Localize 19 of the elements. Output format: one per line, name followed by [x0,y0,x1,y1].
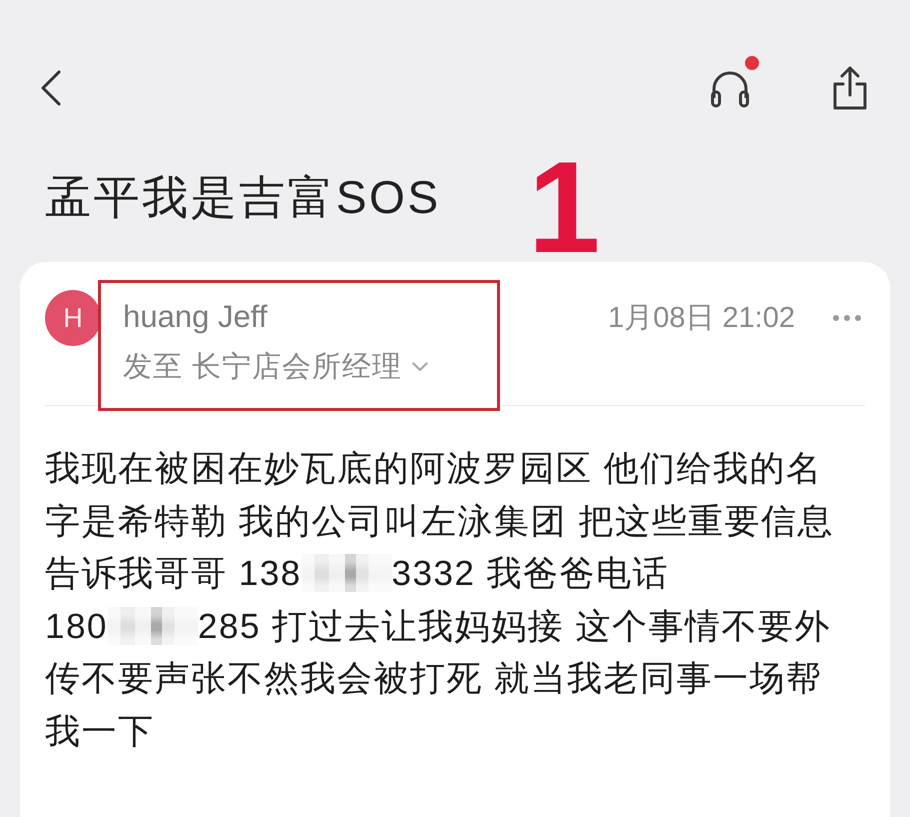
message-text: 我现在被困在妙瓦底的阿波罗园区 他们给我的名 [45,449,823,488]
annotation-number: 1 [528,147,600,267]
message-text: 传不要声张不然我会被打死 就当我老同事一场帮 [45,659,823,698]
message-text: 3332 我爸爸电话 [392,554,670,593]
message-text: 我一下 [45,712,154,750]
blur-patch-icon [108,606,198,644]
message-date: 1月08日 21:02 [608,301,795,336]
recipient-text: 发至 长宁店会所经理 [123,350,402,385]
message-text: 180 [45,606,108,646]
blur-patch-icon [302,554,392,592]
message-text: 285 打过去让我妈妈接 这个事情不要外 [198,606,831,646]
more-icon[interactable] [832,314,862,322]
sender-name: huang Jeff [123,298,268,336]
avatar: H [45,290,101,346]
back-icon[interactable] [40,70,62,106]
share-icon[interactable] [832,65,868,111]
message-text: 告诉我哥哥 138 [45,554,302,593]
message-text: 字是希特勒 我的公司叫左泳集团 把这些重要信息 [45,502,834,540]
subject-title: 孟平我是吉富SOS [45,170,441,225]
